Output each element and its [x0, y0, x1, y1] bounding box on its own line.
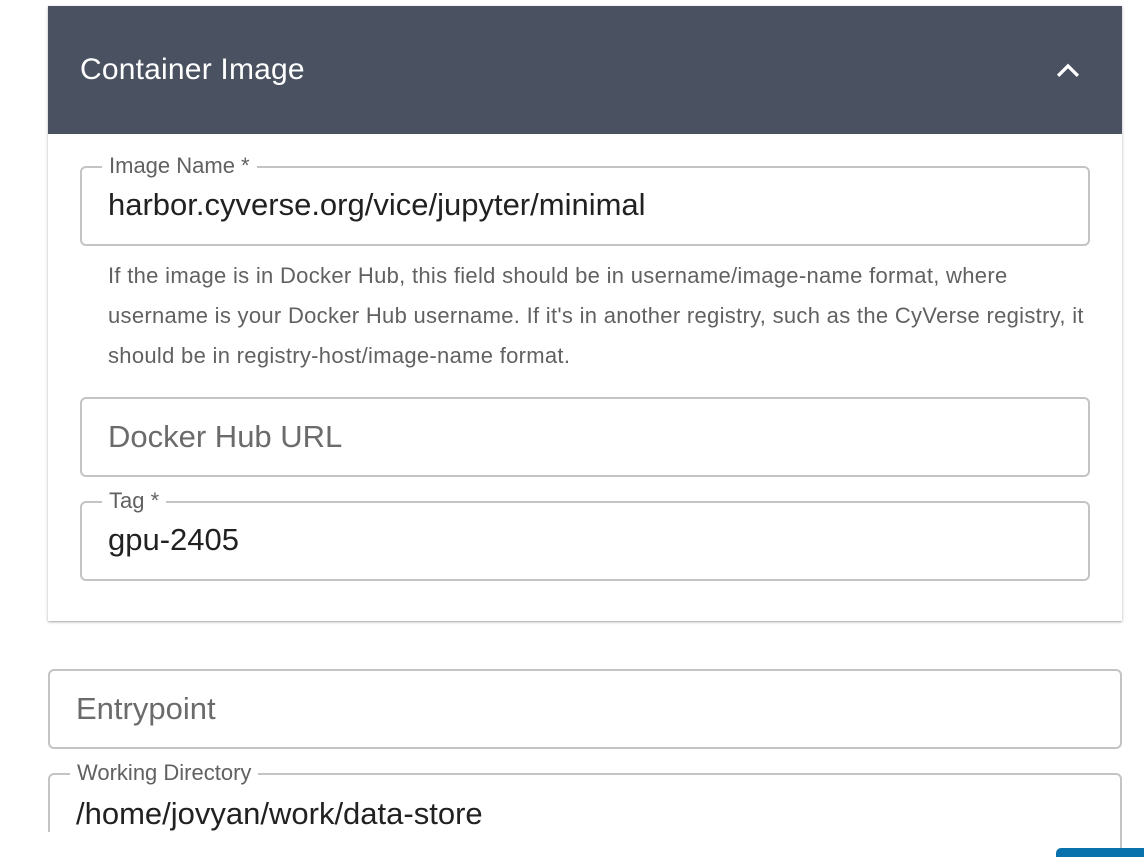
chevron-up-icon[interactable] — [1050, 52, 1086, 88]
tag-field[interactable]: Tag * gpu-2405 — [80, 488, 1090, 581]
container-image-header[interactable]: Container Image — [48, 6, 1122, 134]
tool-editor-page: Container Image Image Name * harbor.cyve… — [0, 0, 1144, 857]
working-directory-label: Working Directory — [70, 760, 259, 786]
tag-label: Tag * — [102, 488, 167, 514]
image-name-label: Image Name * — [102, 153, 257, 179]
image-name-field[interactable]: Image Name * harbor.cyverse.org/vice/jup… — [80, 153, 1090, 246]
save-button[interactable] — [1056, 848, 1144, 857]
entrypoint-field[interactable]: Entrypoint — [48, 669, 1122, 749]
image-name-helper-text: If the image is in Docker Hub, this fiel… — [108, 263, 1084, 368]
section-title: Container Image — [80, 53, 305, 86]
tag-value: gpu-2405 — [108, 522, 240, 557]
docker-hub-url-field[interactable]: Docker Hub URL — [80, 397, 1090, 477]
entrypoint-placeholder: Entrypoint — [76, 691, 216, 726]
docker-hub-url-placeholder: Docker Hub URL — [108, 419, 343, 454]
working-directory-value: /home/jovyan/work/data-store — [76, 796, 483, 831]
image-name-value: harbor.cyverse.org/vice/jupyter/minimal — [108, 187, 646, 222]
viewport-mask — [40, 832, 1050, 857]
